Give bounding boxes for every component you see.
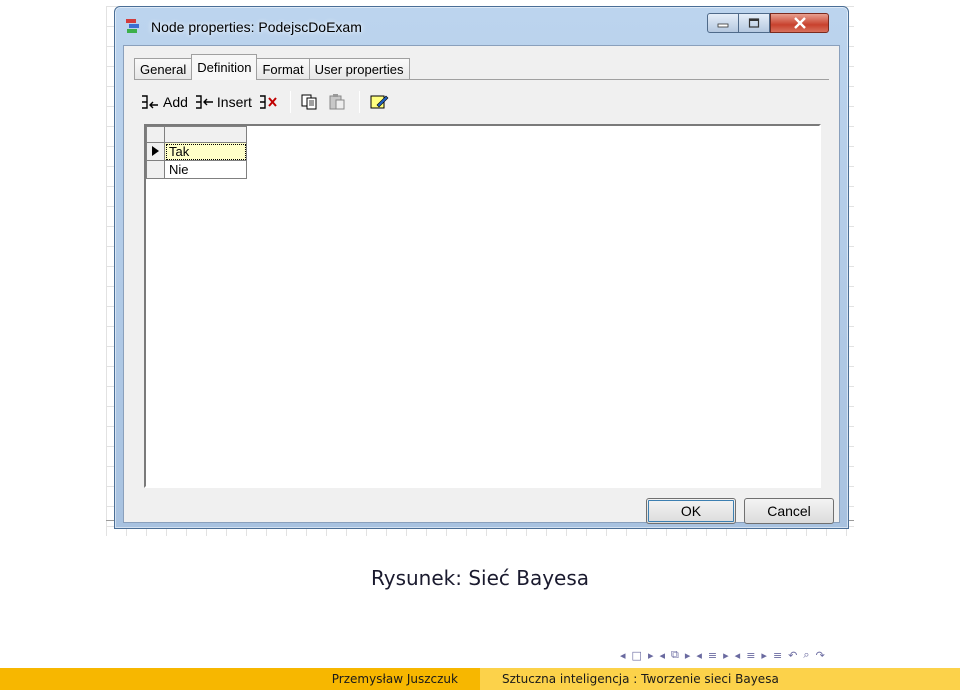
nav-next-icon[interactable]: ▸	[761, 649, 767, 662]
tab-format[interactable]: Format	[256, 58, 310, 80]
row-indicator[interactable]	[146, 160, 165, 179]
nav-undo-icon[interactable]: ↶	[788, 649, 797, 662]
nav-subsection-icon[interactable]: ⧉	[671, 648, 679, 662]
insert-state-icon	[195, 95, 213, 109]
figure-caption: Rysunek: Sieć Bayesa	[370, 566, 590, 590]
nav-prev-icon[interactable]: ◂	[735, 649, 741, 662]
state-cell[interactable]: Nie	[164, 160, 247, 179]
delete-state-icon	[259, 95, 277, 109]
nav-section-icon[interactable]: ≡	[746, 649, 755, 662]
paste-button[interactable]	[327, 90, 349, 114]
ok-button[interactable]: OK	[646, 498, 736, 524]
toolbar-separator	[358, 91, 360, 113]
add-button[interactable]: Add	[140, 90, 188, 114]
grid-canvas: Tak Nie	[146, 126, 819, 486]
nav-next-icon[interactable]: ▸	[685, 649, 691, 662]
current-row-arrow-icon	[152, 146, 159, 156]
nav-document-icon[interactable]: ≡	[773, 649, 782, 662]
add-label: Add	[163, 94, 188, 110]
nav-next-icon[interactable]: ▸	[648, 649, 654, 662]
maximize-icon	[748, 18, 760, 28]
column-header-cell[interactable]	[164, 126, 247, 143]
nav-frame-icon[interactable]: □	[632, 649, 642, 662]
copy-button[interactable]	[299, 90, 321, 114]
edit-note-icon	[370, 95, 389, 109]
toolbar: Add Insert	[140, 90, 396, 114]
states-grid: Tak Nie	[144, 124, 821, 488]
nav-redo-icon[interactable]: ↷	[816, 649, 825, 662]
corner-header-cell	[146, 126, 165, 143]
title-bar[interactable]: Node properties: PodejscDoExam	[115, 7, 848, 45]
maximize-button[interactable]	[738, 13, 770, 33]
node-properties-dialog: Node properties: PodejscDoExam General D…	[114, 6, 849, 529]
slide-footer: Przemysław Juszczuk Sztuczna inteligencj…	[0, 668, 960, 690]
nav-prev-icon[interactable]: ◂	[620, 649, 626, 662]
toolbar-separator	[289, 91, 291, 113]
minimize-button[interactable]	[707, 13, 739, 33]
tab-strip: General Definition Format User propertie…	[134, 54, 410, 80]
table-row[interactable]: Nie	[146, 160, 247, 179]
tab-definition[interactable]: Definition	[191, 54, 258, 80]
nav-section-icon[interactable]: ≡	[708, 649, 717, 662]
table-row[interactable]: Tak	[146, 142, 247, 161]
footer-title: Sztuczna inteligencja : Tworzenie sieci …	[480, 668, 960, 690]
insert-button[interactable]: Insert	[194, 90, 252, 114]
tab-user-properties[interactable]: User properties	[308, 58, 410, 80]
nav-search-icon[interactable]: ⌕	[803, 648, 809, 662]
minimize-icon	[717, 23, 729, 28]
row-indicator[interactable]	[146, 142, 165, 161]
app-icon	[126, 19, 139, 33]
tab-general[interactable]: General	[134, 58, 193, 80]
nav-prev-icon[interactable]: ◂	[659, 649, 665, 662]
paste-icon	[329, 94, 345, 110]
edit-note-button[interactable]	[368, 90, 390, 114]
add-state-icon	[142, 95, 158, 109]
close-icon	[793, 17, 806, 29]
nav-prev-icon[interactable]: ◂	[696, 649, 702, 662]
footer-author: Przemysław Juszczuk	[0, 668, 480, 690]
state-cell[interactable]: Tak	[164, 142, 247, 161]
beamer-navigation: ◂ □ ▸ ◂ ⧉ ▸ ◂ ≡ ▸ ◂ ≡ ▸ ≡ ↶ ⌕ ↷	[620, 646, 825, 664]
delete-button[interactable]	[258, 90, 280, 114]
copy-icon	[301, 94, 317, 110]
cancel-button[interactable]: Cancel	[744, 498, 834, 524]
dialog-client-area: General Definition Format User propertie…	[123, 45, 840, 524]
close-button[interactable]	[770, 13, 829, 33]
screenshot-frame: Node properties: PodejscDoExam General D…	[106, 6, 854, 536]
insert-label: Insert	[216, 94, 252, 110]
states-table: Tak Nie	[146, 126, 247, 179]
window-title: Node properties: PodejscDoExam	[151, 19, 362, 35]
nav-next-icon[interactable]: ▸	[723, 649, 729, 662]
table-header-row	[146, 126, 247, 143]
